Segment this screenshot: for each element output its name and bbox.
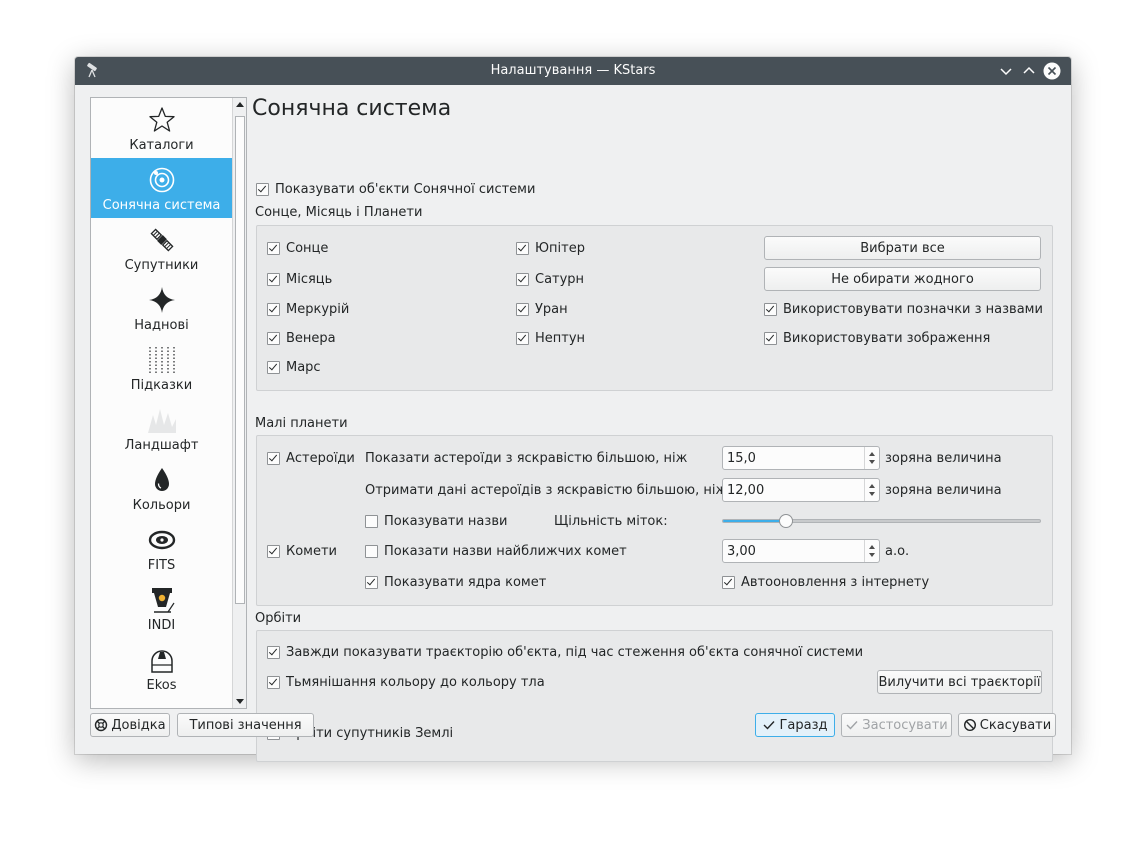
sidebar-item-solar-system[interactable]: Сонячна система [91, 158, 232, 218]
show-asteroid-names-checkbox[interactable]: Показувати назви [365, 512, 507, 530]
moon-checkbox[interactable]: Місяць [267, 270, 332, 288]
page-list: Каталоги Сонячна система Супутники Надно… [90, 97, 247, 709]
apply-button[interactable]: Застосувати [841, 713, 952, 737]
fade-trail-checkbox[interactable]: Тьмянішання кольору до кольору тла [267, 673, 545, 691]
solar-system-page: Сонячна система Показувати об'єкти Соняч… [252, 95, 1060, 762]
supernova-icon [149, 287, 175, 313]
sidebar-item-catalogs[interactable]: Каталоги [91, 98, 232, 158]
comet-distance-unit: а.о. [885, 544, 910, 559]
comets-checkbox[interactable]: Комети [267, 542, 337, 560]
spin-arrows-icon[interactable] [864, 540, 879, 562]
checkmark-icon [846, 721, 858, 730]
neptune-checkbox[interactable]: Нептун [516, 329, 585, 347]
uranus-checkbox[interactable]: Уран [516, 300, 568, 318]
asteroids-checkbox[interactable]: Астероїди [267, 449, 355, 467]
guides-grid-icon [149, 347, 175, 373]
asteroid-magnitude-unit: зоряна величина [885, 451, 1002, 466]
label-density-label: Щільність міток: [554, 514, 668, 529]
scroll-up-arrow-icon[interactable] [233, 98, 247, 112]
minor-planets-group-label: Малі планети [255, 416, 348, 431]
satellite-icon [150, 228, 174, 252]
auto-update-checkbox[interactable]: Автооновлення з інтернету [722, 573, 929, 591]
download-magnitude-unit: зоряна величина [885, 483, 1002, 498]
sidebar-item-supernovae[interactable]: Наднові [91, 278, 232, 338]
cancel-button[interactable]: Скасувати [958, 713, 1056, 737]
help-button[interactable]: Довідка [90, 713, 170, 737]
color-drop-icon [155, 468, 169, 491]
help-lifebuoy-icon [95, 718, 108, 732]
slider-fill [723, 520, 787, 522]
show-nearest-comet-names-checkbox[interactable]: Показати назви найближчих комет [365, 542, 627, 560]
use-images-checkbox[interactable]: Використовувати зображення [764, 329, 990, 347]
scrollbar-thumb[interactable] [235, 116, 245, 604]
use-name-labels-checkbox[interactable]: Використовувати позначки з назвами [764, 300, 1043, 318]
minor-planets-group: Астероїди Показати астероїди з яскравіст… [256, 435, 1053, 606]
sidebar-item-colors[interactable]: Кольори [91, 458, 232, 518]
clear-trails-button[interactable]: Вилучити всі траєкторії [877, 670, 1042, 694]
scroll-down-arrow-icon[interactable] [233, 694, 247, 708]
orbits-group-label: Орбіти [255, 611, 302, 626]
galaxy-icon [148, 530, 176, 550]
minimize-icon[interactable] [997, 62, 1015, 80]
orbits-group: Завжди показувати траєкторію об'єкта, пі… [256, 630, 1053, 762]
select-none-button[interactable]: Не обирати жодного [764, 267, 1041, 291]
select-all-button[interactable]: Вибрати все [764, 236, 1041, 260]
spin-arrows-icon[interactable] [864, 447, 879, 469]
maximize-icon[interactable] [1020, 62, 1038, 80]
sidebar-item-landscape[interactable]: Ландшафт [91, 398, 232, 458]
sidebar-item-fits[interactable]: FITS [91, 518, 232, 578]
mercury-checkbox[interactable]: Меркурій [267, 300, 349, 318]
show-comet-nuclei-checkbox[interactable]: Показувати ядра комет [365, 573, 546, 591]
defaults-button[interactable]: Типові значення [177, 713, 314, 737]
window-title: Налаштування — KStars [490, 63, 656, 78]
landscape-icon [148, 409, 176, 433]
ok-button[interactable]: Гаразд [755, 713, 835, 737]
saturn-checkbox[interactable]: Сатурн [516, 270, 584, 288]
sidebar-scrollbar[interactable] [232, 98, 247, 708]
asteroid-magnitude-spinbox[interactable]: 15,0 [722, 446, 880, 470]
mars-checkbox[interactable]: Марс [267, 358, 321, 376]
jupiter-checkbox[interactable]: Юпітер [516, 239, 585, 257]
sidebar-item-indi[interactable]: INDI [91, 578, 232, 638]
sun-checkbox[interactable]: Сонце [267, 239, 328, 257]
cancel-circle-icon [963, 718, 976, 732]
always-show-trail-checkbox[interactable]: Завжди показувати траєкторію об'єкта, пі… [267, 643, 863, 661]
checkmark-icon [763, 721, 775, 730]
page-title: Сонячна система [252, 96, 452, 121]
download-asteroids-label: Отримати дані астероїдів з яскравістю бі… [365, 483, 728, 498]
sidebar-item-ekos[interactable]: Ekos [91, 638, 232, 698]
star-outline-icon [149, 107, 175, 132]
slider-handle[interactable] [778, 514, 793, 528]
solar-system-icon [149, 167, 175, 193]
comet-distance-spinbox[interactable]: 3,00 [722, 539, 880, 563]
title-bar: Налаштування — KStars [75, 57, 1071, 85]
show-asteroids-label: Показати астероїди з яскравістю більшою,… [365, 451, 688, 466]
show-solar-system-checkbox[interactable]: Показувати об'єкти Сонячної системи [256, 180, 535, 198]
venus-checkbox[interactable]: Венера [267, 329, 336, 347]
download-magnitude-spinbox[interactable]: 12,00 [722, 478, 880, 502]
indi-telescope-icon [152, 588, 175, 613]
planets-group: Сонце Місяць Меркурій Венера Марс Юпітер… [256, 225, 1053, 391]
sidebar-item-satellites[interactable]: Супутники [91, 218, 232, 278]
observatory-dome-icon [151, 650, 173, 673]
planets-group-label: Сонце, Місяць і Планети [255, 205, 423, 220]
close-icon[interactable] [1043, 62, 1061, 80]
settings-dialog: Налаштування — KStars Каталоги Сонячна с… [75, 57, 1071, 762]
label-density-slider[interactable] [722, 519, 1041, 523]
spin-arrows-icon[interactable] [864, 479, 879, 501]
sidebar-item-guides[interactable]: Підказки [91, 338, 232, 398]
